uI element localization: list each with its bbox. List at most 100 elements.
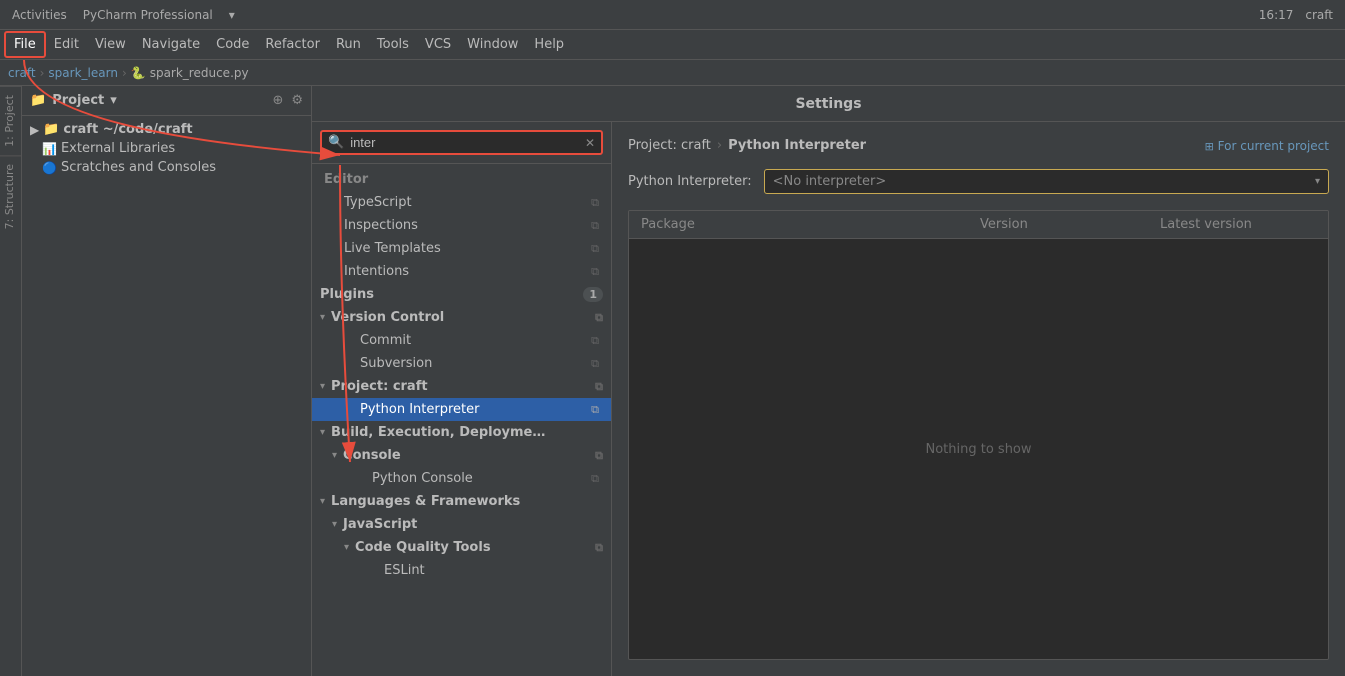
python-console-copy-icon: ⧉ (591, 472, 599, 486)
menu-item-help[interactable]: Help (526, 33, 572, 56)
system-bar-left: Activities PyCharm Professional ▾ (12, 8, 235, 22)
dropdown-arrow-icon: ▾ (1315, 176, 1320, 187)
interpreter-value: <No interpreter> (773, 174, 887, 189)
nav-group-project-craft[interactable]: ▾ Project: craft ⧉ (312, 375, 611, 398)
breadcrumb-sep-2: › (122, 66, 127, 80)
system-bar-right: 16:17 craft (1259, 8, 1333, 22)
table-header: Package Version Latest version (629, 211, 1328, 239)
nav-item-live-templates[interactable]: Live Templates ⧉ (312, 237, 611, 260)
menu-bar: File Edit View Navigate Code Refactor Ru… (0, 30, 1345, 60)
breadcrumb-spark-learn[interactable]: spark_learn (48, 66, 118, 80)
nav-group-languages[interactable]: ▾ Languages & Frameworks (312, 490, 611, 513)
subversion-copy-icon: ⧉ (591, 357, 599, 371)
nav-item-inspections[interactable]: Inspections ⧉ (312, 214, 611, 237)
menu-item-tools[interactable]: Tools (369, 33, 417, 56)
settings-content: Project: craft › Python Interpreter ⊞ Fo… (612, 122, 1345, 676)
python-interpreter-nav-label: Python Interpreter (336, 402, 479, 417)
nav-group-code-quality[interactable]: ▾ Code Quality Tools ⧉ (312, 536, 611, 559)
menu-item-file[interactable]: File (4, 31, 46, 58)
javascript-label: JavaScript (343, 517, 417, 532)
table-body: Nothing to show (629, 239, 1328, 659)
code-quality-copy-icon: ⧉ (595, 541, 603, 555)
col-latest: Latest version (1148, 217, 1328, 232)
nav-item-typescript[interactable]: TypeScript ⧉ (312, 191, 611, 214)
settings-title: Settings (795, 96, 861, 112)
side-tab-project[interactable]: 1: Project (0, 86, 21, 155)
app-menu-arrow[interactable]: ▾ (229, 8, 235, 22)
nav-item-intentions[interactable]: Intentions ⧉ (312, 260, 611, 283)
live-templates-copy-icon: ⧉ (591, 242, 599, 256)
project-panel: 📁 Project ▾ ⊕ ⚙ ▶ 📁 craft ~/code/craft 📊… (22, 86, 312, 676)
interpreter-row: Python Interpreter: <No interpreter> ▾ (628, 169, 1329, 194)
interpreter-dropdown[interactable]: <No interpreter> ▾ (764, 169, 1329, 194)
nav-item-subversion[interactable]: Subversion ⧉ (312, 352, 611, 375)
activities-label[interactable]: Activities (12, 8, 67, 22)
menu-item-view[interactable]: View (87, 33, 134, 56)
project-craft-group-label: Project: craft (331, 379, 428, 394)
project-tree: ▶ 📁 craft ~/code/craft 📊 External Librar… (22, 116, 311, 676)
settings-breadcrumb: Project: craft › Python Interpreter ⊞ Fo… (628, 138, 1329, 153)
side-tab-structure[interactable]: 7: Structure (0, 155, 21, 237)
nav-group-plugins[interactable]: Plugins 1 (312, 283, 611, 306)
settings-breadcrumb-sep: › (717, 138, 722, 153)
inspections-copy-icon: ⧉ (591, 219, 599, 233)
system-bar: Activities PyCharm Professional ▾ 16:17 … (0, 0, 1345, 30)
python-console-label: Python Console (336, 471, 473, 486)
menu-item-run[interactable]: Run (328, 33, 369, 56)
console-chevron: ▾ (332, 450, 337, 461)
tree-item-external-libs[interactable]: 📊 External Libraries (22, 139, 311, 158)
menu-item-navigate[interactable]: Navigate (134, 33, 208, 56)
system-project: craft (1305, 8, 1333, 22)
project-title: Project (52, 93, 104, 108)
project-craft-chevron: ▾ (320, 381, 325, 392)
nav-group-version-control[interactable]: ▾ Version Control ⧉ (312, 306, 611, 329)
tree-item-scratches[interactable]: 🔵 Scratches and Consoles (22, 158, 311, 177)
search-input[interactable] (350, 135, 579, 150)
vc-chevron: ▾ (320, 312, 325, 323)
eslint-label: ESLint (336, 563, 425, 578)
settings-breadcrumb-page: Python Interpreter (728, 138, 866, 153)
menu-item-vcs[interactable]: VCS (417, 33, 459, 56)
menu-item-window[interactable]: Window (459, 33, 526, 56)
search-clear-icon[interactable]: ✕ (585, 136, 595, 150)
code-quality-chevron: ▾ (344, 542, 349, 553)
nav-item-python-console[interactable]: Python Console ⧉ (312, 467, 611, 490)
nav-item-eslint[interactable]: ESLint (312, 559, 611, 582)
main-layout: 1: Project 7: Structure 📁 Project ▾ ⊕ ⚙ … (0, 86, 1345, 676)
project-add-icon[interactable]: ⊕ (272, 93, 283, 108)
menu-item-code[interactable]: Code (208, 33, 257, 56)
build-chevron: ▾ (320, 427, 325, 438)
search-input-wrap[interactable]: 🔍 ✕ (320, 130, 603, 155)
nav-group-javascript[interactable]: ▾ JavaScript (312, 513, 611, 536)
typescript-label: TypeScript (336, 195, 412, 210)
languages-chevron: ▾ (320, 496, 325, 507)
project-craft-copy-icon: ⧉ (595, 380, 603, 394)
subversion-label: Subversion (336, 356, 432, 371)
vc-label: Version Control (331, 310, 444, 325)
console-copy-icon: ⧉ (595, 449, 603, 463)
search-box: 🔍 ✕ (312, 122, 611, 164)
packages-table: Package Version Latest version Nothing t… (628, 210, 1329, 660)
breadcrumb-sep-1: › (40, 66, 45, 80)
nav-item-commit[interactable]: Commit ⧉ (312, 329, 611, 352)
breadcrumb-bar: craft › spark_learn › 🐍 spark_reduce.py (0, 60, 1345, 86)
code-quality-label: Code Quality Tools (355, 540, 491, 555)
build-label: Build, Execution, Deployme… (331, 425, 545, 440)
commit-copy-icon: ⧉ (591, 334, 599, 348)
settings-header: Settings (312, 86, 1345, 122)
nav-tree: Editor TypeScript ⧉ Inspections ⧉ (312, 164, 611, 676)
project-settings-icon[interactable]: ⚙ (291, 93, 303, 108)
project-dropdown-icon[interactable]: ▾ (110, 93, 117, 108)
tree-item-craft[interactable]: ▶ 📁 craft ~/code/craft (22, 120, 311, 139)
nav-group-console[interactable]: ▾ Console ⧉ (312, 444, 611, 467)
content-area: Settings 🔍 ✕ Editor (312, 86, 1345, 676)
menu-item-refactor[interactable]: Refactor (257, 33, 328, 56)
menu-item-edit[interactable]: Edit (46, 33, 87, 56)
breadcrumb-craft[interactable]: craft (8, 66, 36, 80)
settings-nav: 🔍 ✕ Editor TypeScript ⧉ (312, 122, 612, 676)
for-current-project-link[interactable]: ⊞ For current project (1205, 139, 1329, 153)
inspections-label: Inspections (336, 218, 418, 233)
nav-group-build[interactable]: ▾ Build, Execution, Deployme… (312, 421, 611, 444)
nav-item-python-interpreter[interactable]: Python Interpreter ⧉ (312, 398, 611, 421)
search-icon: 🔍 (328, 135, 344, 150)
